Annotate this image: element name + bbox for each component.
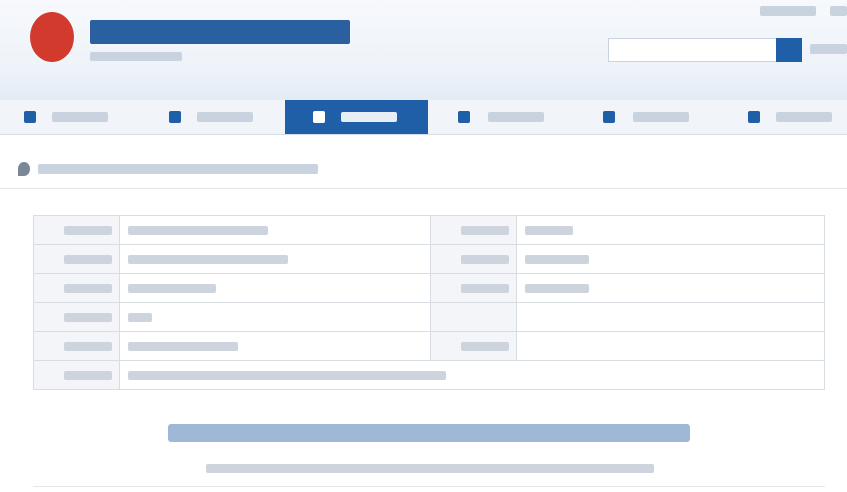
nav-item-5[interactable] xyxy=(575,100,715,134)
divider xyxy=(33,486,825,487)
advanced-search-link-block[interactable] xyxy=(810,44,847,54)
nav-item-1[interactable] xyxy=(0,100,140,134)
main-nav xyxy=(0,100,847,135)
document-icon xyxy=(313,111,325,123)
location-pin-icon xyxy=(18,162,30,176)
site-domain-block xyxy=(90,52,182,61)
chat-icon xyxy=(603,111,615,123)
document-meta-table xyxy=(33,215,825,390)
breadcrumb-text-block xyxy=(38,164,318,174)
nav-item-3[interactable] xyxy=(285,100,428,134)
emblem-logo xyxy=(30,12,74,62)
nav-item-6[interactable] xyxy=(720,100,847,134)
monitor-icon xyxy=(458,111,470,123)
news-icon xyxy=(169,111,181,123)
search-button[interactable] xyxy=(776,38,802,62)
accessibility-link-block[interactable] xyxy=(760,6,816,16)
document-title-block xyxy=(168,424,690,442)
home-icon xyxy=(24,111,36,123)
site-header xyxy=(0,0,847,100)
nav-item-2[interactable] xyxy=(145,100,285,134)
nav-item-4[interactable] xyxy=(430,100,570,134)
login-link-block[interactable] xyxy=(830,6,847,16)
search-input[interactable] xyxy=(608,38,778,62)
breadcrumb xyxy=(0,150,847,189)
document-info-bar-block xyxy=(206,464,654,473)
chart-icon xyxy=(748,111,760,123)
site-title-block xyxy=(90,20,350,44)
